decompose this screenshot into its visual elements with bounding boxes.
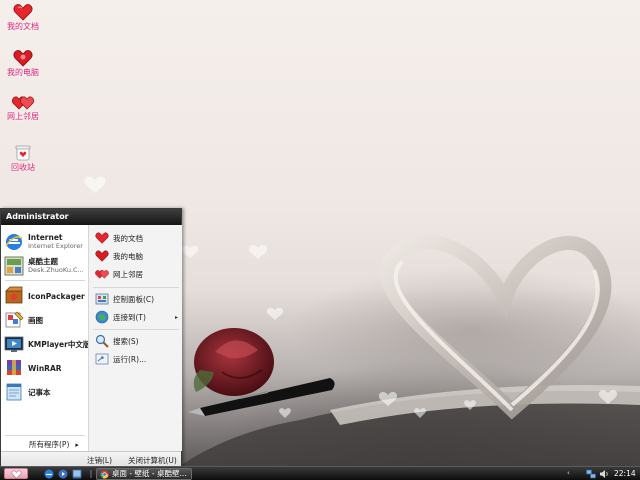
connect-to-label: 连接到(T): [113, 312, 146, 322]
separator: [5, 280, 85, 281]
logoff-button[interactable]: 注销(L): [87, 455, 112, 466]
run-item[interactable]: 运行(R)...: [95, 352, 181, 366]
places-label: 我的电脑: [113, 251, 143, 261]
desktop-icon-label: 我的电脑: [7, 68, 39, 77]
recent-label: 画图: [28, 315, 43, 325]
quicklaunch-separator-icon: [90, 470, 92, 478]
separator: [93, 287, 179, 288]
places-label: 我的文档: [113, 233, 143, 243]
desktop-icon-label: 网上邻居: [7, 112, 39, 121]
connect-to-item[interactable]: 连接到(T) ▸: [95, 310, 181, 324]
desktop-icon-label: 我的文档: [7, 22, 39, 31]
shutdown-label: 关闭计算机(U): [128, 456, 177, 465]
taskbar: 桌面 - 壁纸 - 桌酷壁... ‹ 22:14: [0, 466, 640, 480]
recent-iconpackager[interactable]: IconPackager: [4, 285, 88, 307]
submenu-arrow-icon: ▸: [174, 313, 178, 321]
quicklaunch-media-icon[interactable]: [58, 469, 68, 479]
tray-expand-icon[interactable]: ‹: [567, 469, 570, 477]
paint-icon: [5, 311, 24, 328]
control-panel-label: 控制面板(C): [113, 294, 155, 304]
start-menu-user-name: Administrator: [1, 209, 181, 225]
recent-paint[interactable]: 画图: [4, 309, 88, 331]
pinned-title: 桌酷主题: [28, 257, 58, 266]
start-menu-programs-pane: Internet Internet Explorer 桌酷主题 Desk.Zhu…: [1, 225, 88, 451]
taskbar-clock: 22:14: [614, 469, 636, 478]
places-network[interactable]: 网上邻居: [95, 267, 181, 281]
desktop-icon-network[interactable]: 网上邻居: [0, 95, 46, 121]
start-button[interactable]: [4, 468, 28, 479]
recent-label: WinRAR: [28, 363, 62, 373]
chrome-browser-icon: [100, 469, 109, 479]
desktop-icon-label: 回收站: [11, 163, 35, 172]
run-icon: [95, 353, 109, 365]
heart-folder-icon: [13, 4, 33, 21]
recent-label: IconPackager: [28, 291, 85, 301]
all-programs-button[interactable]: 所有程序(P) ▸: [29, 439, 79, 450]
connect-to-icon: [95, 310, 109, 324]
quicklaunch-show-desktop-icon[interactable]: [72, 469, 82, 479]
heart-network-icon: [12, 96, 34, 110]
recent-kmplayer[interactable]: KMPlayer中文版: [4, 333, 88, 355]
heart-start-icon: [11, 470, 22, 479]
taskbar-window-label: 桌面 - 壁纸 - 桌酷壁...: [112, 469, 187, 478]
run-label: 运行(R)...: [113, 354, 147, 364]
recent-winrar[interactable]: WinRAR: [4, 357, 88, 379]
search-label: 搜索(S): [113, 336, 139, 346]
desktop-icon-my-computer[interactable]: 我的电脑: [0, 49, 46, 77]
zhuoku-theme-icon: [4, 256, 24, 276]
recent-label: 记事本: [28, 387, 51, 397]
heart-network-icon: [95, 270, 109, 279]
search-icon: [95, 334, 109, 348]
pinned-subtitle: Internet Explorer: [28, 242, 83, 250]
pinned-subtitle: Desk.ZhuoKu.C...: [28, 266, 84, 274]
recycle-bin-icon: [15, 145, 31, 161]
volume-tray-icon[interactable]: [599, 469, 609, 479]
control-panel-icon: [95, 293, 109, 305]
logoff-label: 注销(L): [87, 456, 113, 465]
pinned-zhuoku-theme[interactable]: 桌酷主题 Desk.ZhuoKu.C...: [4, 255, 88, 277]
start-menu-footer: 注销(L) 关闭计算机(U): [1, 451, 181, 467]
places-my-documents[interactable]: 我的文档: [95, 231, 181, 245]
recent-notepad[interactable]: 记事本: [4, 381, 88, 403]
separator: [5, 435, 85, 436]
kmplayer-icon: [4, 336, 24, 352]
places-my-computer[interactable]: 我的电脑: [95, 249, 181, 263]
internet-explorer-icon: [5, 234, 23, 250]
taskbar-window-button[interactable]: 桌面 - 壁纸 - 桌酷壁...: [96, 468, 192, 480]
all-programs-label: 所有程序(P): [29, 440, 70, 449]
start-menu-places-pane: 我的文档 我的电脑 网上邻居 控制面板(C) 连接到(T) ▸ 搜索(S) 运行…: [88, 225, 182, 451]
pinned-internet-explorer[interactable]: Internet Internet Explorer: [4, 231, 88, 253]
start-menu: Administrator Internet Internet Explorer: [0, 208, 182, 467]
shutdown-button[interactable]: 关闭计算机(U): [128, 455, 177, 466]
separator: [93, 329, 179, 330]
network-tray-icon[interactable]: [586, 469, 596, 479]
iconpackager-icon: [5, 286, 23, 304]
places-label: 网上邻居: [113, 269, 143, 279]
desktop-icon-my-documents[interactable]: 我的文档: [0, 3, 46, 31]
heart-computer-icon: [13, 50, 33, 67]
heart-computer-icon: [95, 250, 109, 262]
heart-folder-icon: [95, 232, 109, 244]
control-panel-item[interactable]: 控制面板(C): [95, 292, 181, 306]
quicklaunch-ie-icon[interactable]: [44, 469, 54, 479]
notepad-icon: [6, 383, 22, 401]
search-item[interactable]: 搜索(S): [95, 334, 181, 348]
pinned-title: Internet: [28, 233, 63, 242]
desktop-icon-recycle-bin[interactable]: 回收站: [0, 142, 46, 172]
winrar-icon: [7, 360, 21, 375]
recent-label: KMPlayer中文版: [28, 339, 88, 349]
all-programs-arrow-icon: ▸: [75, 441, 79, 449]
